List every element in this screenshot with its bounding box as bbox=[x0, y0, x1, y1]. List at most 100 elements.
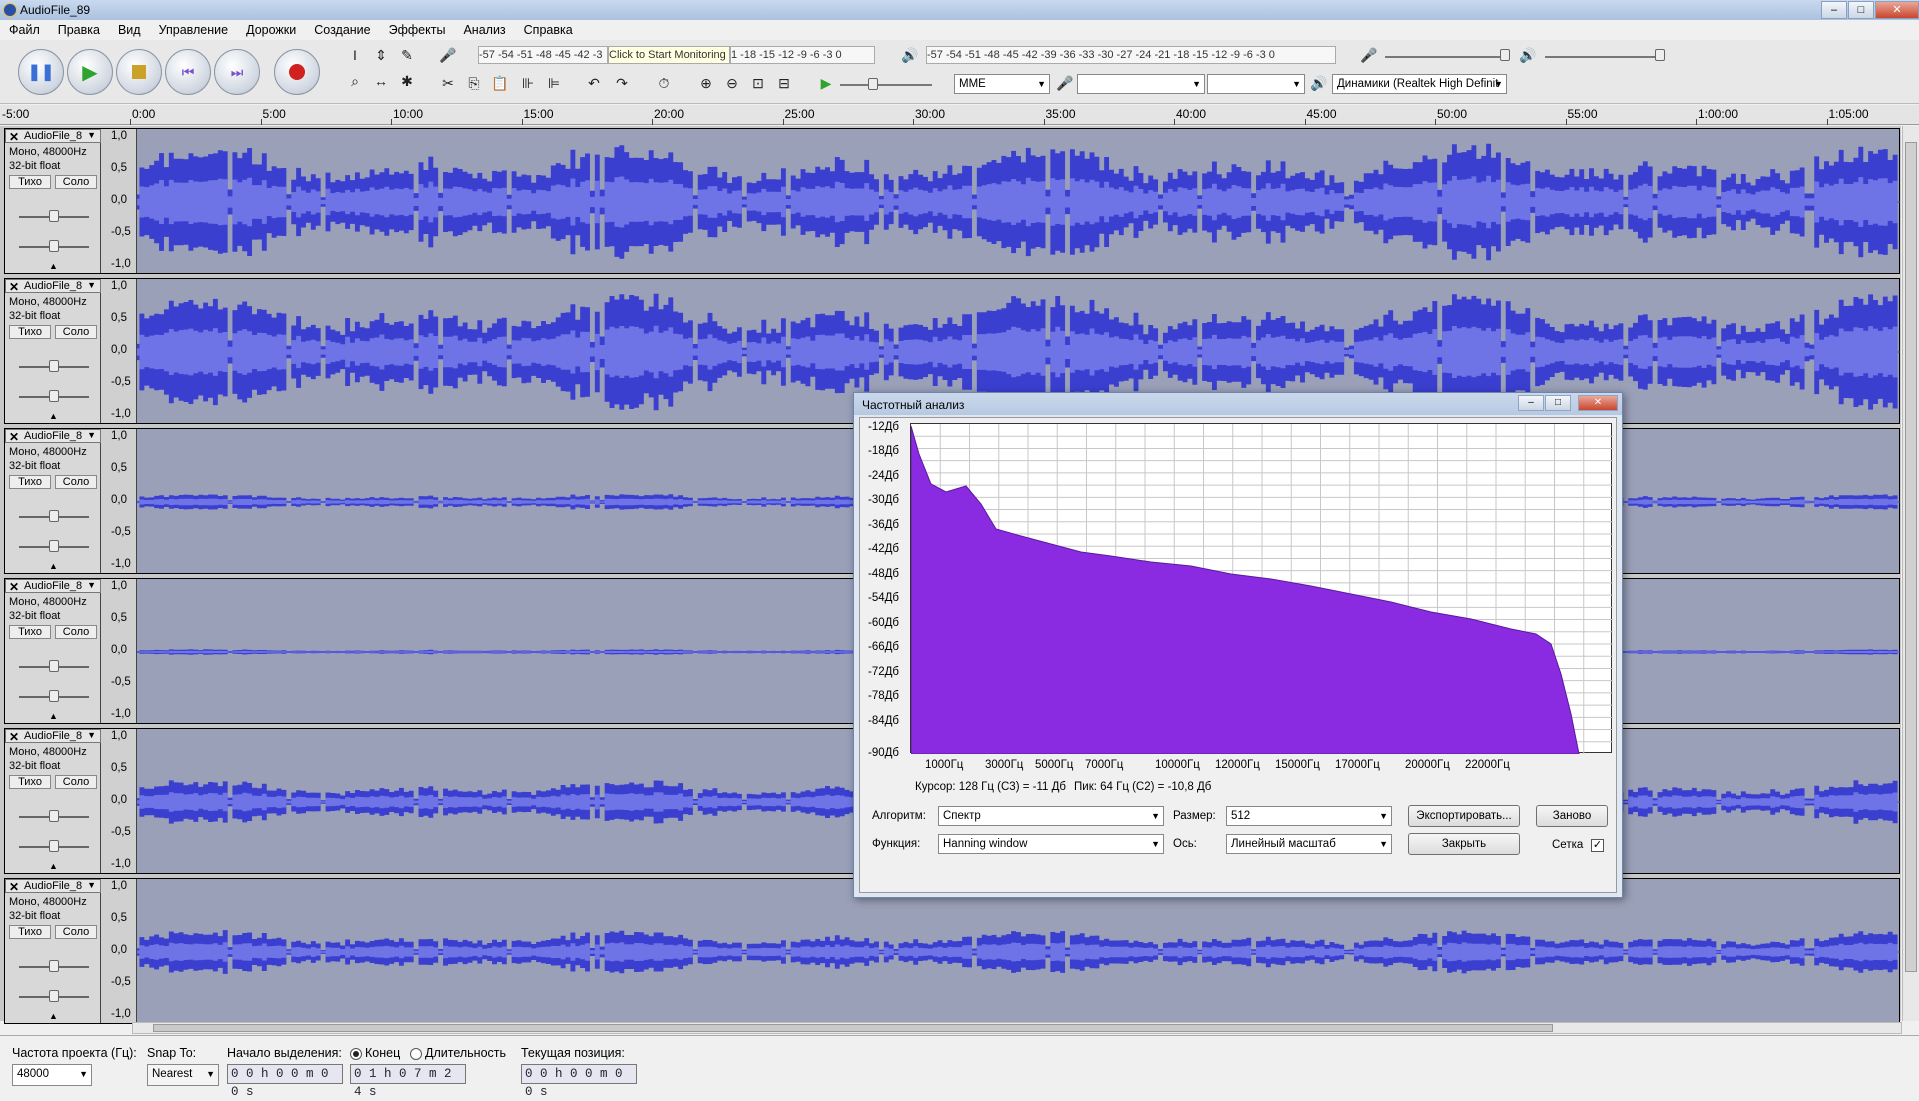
pan-slider-knob[interactable] bbox=[49, 840, 59, 852]
track-control-panel[interactable]: ✕ AudioFile_8 ▼ Моно, 48000Hz 32-bit flo… bbox=[5, 129, 101, 273]
mute-button[interactable]: Тихо bbox=[9, 325, 51, 339]
play-at-speed-icon[interactable]: ▶ bbox=[814, 72, 838, 94]
copy-icon[interactable]: ⎘ bbox=[462, 72, 486, 94]
selection-end-time[interactable]: 0 1 h 0 7 m 2 4 s bbox=[350, 1064, 466, 1099]
audio-track[interactable]: ✕ AudioFile_8 ▼ Моно, 48000Hz 32-bit flo… bbox=[4, 128, 1900, 274]
gain-slider-knob[interactable] bbox=[49, 510, 59, 522]
menu-help[interactable]: Справка bbox=[515, 23, 582, 37]
output-volume-slider[interactable] bbox=[1545, 56, 1665, 58]
track-menu-chevron-down-icon[interactable]: ▼ bbox=[87, 880, 96, 890]
export-button[interactable]: Экспортировать... bbox=[1408, 805, 1520, 827]
track-close-icon[interactable]: ✕ bbox=[9, 880, 19, 894]
track-name[interactable]: AudioFile_8 bbox=[24, 580, 82, 592]
pan-slider-knob[interactable] bbox=[49, 990, 59, 1002]
input-volume-slider[interactable] bbox=[1385, 56, 1505, 58]
vertical-scrollbar[interactable] bbox=[1902, 126, 1919, 1021]
play-speed-slider[interactable] bbox=[840, 84, 932, 86]
menu-file[interactable]: Файл bbox=[0, 23, 49, 37]
track-name-bar[interactable]: ✕ AudioFile_8 ▼ bbox=[5, 129, 101, 144]
cut-icon[interactable]: ✂ bbox=[436, 72, 460, 94]
selection-start-time[interactable]: 0 0 h 0 0 m 0 0 s bbox=[227, 1064, 343, 1099]
mute-button[interactable]: Тихо bbox=[9, 925, 51, 939]
track-name[interactable]: AudioFile_8 bbox=[24, 430, 82, 442]
spectrum-plot[interactable] bbox=[910, 423, 1613, 755]
pan-slider-knob[interactable] bbox=[49, 690, 59, 702]
track-menu-chevron-down-icon[interactable]: ▼ bbox=[87, 130, 96, 140]
track-menu-chevron-down-icon[interactable]: ▼ bbox=[87, 430, 96, 440]
track-close-icon[interactable]: ✕ bbox=[9, 730, 19, 744]
pan-slider-knob[interactable] bbox=[49, 240, 59, 252]
track-close-icon[interactable]: ✕ bbox=[9, 280, 19, 294]
dialog-maximize-button[interactable]: □ bbox=[1545, 395, 1571, 411]
output-volume-knob[interactable] bbox=[1655, 49, 1665, 61]
close-window-button[interactable]: ✕ bbox=[1875, 1, 1919, 19]
menu-generate[interactable]: Создание bbox=[305, 23, 379, 37]
record-meter-right[interactable]: 1 -18 -15 -12 -9 -6 -3 0 bbox=[730, 46, 875, 64]
redo-icon[interactable]: ↷ bbox=[610, 72, 634, 94]
track-name-bar[interactable]: ✕ AudioFile_8 ▼ bbox=[5, 879, 101, 894]
minimize-button[interactable]: – bbox=[1821, 1, 1847, 19]
playback-device-select[interactable]: Динамики (Realtek High Definit ▼ bbox=[1332, 74, 1507, 94]
record-button[interactable] bbox=[274, 49, 320, 95]
silence-icon[interactable]: ⊫ bbox=[542, 72, 566, 94]
collapse-triangle-icon[interactable]: ▲ bbox=[49, 861, 58, 871]
function-select[interactable]: Hanning window ▼ bbox=[938, 834, 1164, 854]
gain-slider-knob[interactable] bbox=[49, 360, 59, 372]
vertical-scroll-thumb[interactable] bbox=[1905, 142, 1917, 972]
playback-meter[interactable]: -57 -54 -51 -48 -45 -42 -39 -36 -33 -30 … bbox=[926, 46, 1336, 64]
solo-button[interactable]: Соло bbox=[55, 775, 97, 789]
solo-button[interactable]: Соло bbox=[55, 325, 97, 339]
monitor-tooltip[interactable]: Click to Start Monitoring bbox=[608, 46, 730, 64]
track-name[interactable]: AudioFile_8 bbox=[24, 880, 82, 892]
play-button[interactable]: ▶ bbox=[67, 49, 113, 95]
track-control-panel[interactable]: ✕ AudioFile_8 ▼ Моно, 48000Hz 32-bit flo… bbox=[5, 579, 101, 723]
selection-tool-icon[interactable]: I bbox=[343, 44, 367, 66]
input-volume-knob[interactable] bbox=[1500, 49, 1510, 61]
sync-lock-icon[interactable]: ⏱ bbox=[652, 72, 676, 94]
host-select[interactable]: MME ▼ bbox=[954, 74, 1050, 94]
record-device-select[interactable]: ▼ bbox=[1077, 74, 1205, 94]
record-meter[interactable]: -57 -54 -51 -48 -45 -42 -3 bbox=[478, 46, 608, 64]
project-rate-select[interactable]: 48000 ▼ bbox=[12, 1064, 92, 1086]
timeline-ruler[interactable]: -5:00 0:00 5:00 10:00 15:00 20:00 25:00 30:00 3… bbox=[0, 105, 1919, 125]
dialog-minimize-button[interactable]: – bbox=[1518, 395, 1544, 411]
multi-tool-icon[interactable]: ✱ bbox=[395, 70, 419, 92]
track-close-icon[interactable]: ✕ bbox=[9, 580, 19, 594]
axis-select[interactable]: Линейный масштаб ▼ bbox=[1226, 834, 1392, 854]
draw-tool-icon[interactable]: ✎ bbox=[395, 44, 419, 66]
waveform[interactable] bbox=[137, 129, 1900, 273]
pan-slider-knob[interactable] bbox=[49, 390, 59, 402]
stop-button[interactable] bbox=[116, 49, 162, 95]
track-menu-chevron-down-icon[interactable]: ▼ bbox=[87, 730, 96, 740]
collapse-triangle-icon[interactable]: ▲ bbox=[49, 711, 58, 721]
collapse-triangle-icon[interactable]: ▲ bbox=[49, 1011, 58, 1021]
zoom-out-icon[interactable]: ⊖ bbox=[720, 72, 744, 94]
size-select[interactable]: 512 ▼ bbox=[1226, 806, 1392, 826]
snap-to-select[interactable]: Nearest ▼ bbox=[147, 1064, 219, 1086]
collapse-triangle-icon[interactable]: ▲ bbox=[49, 261, 58, 271]
menu-analyze[interactable]: Анализ bbox=[454, 23, 514, 37]
menu-edit[interactable]: Правка bbox=[49, 23, 109, 37]
pause-button[interactable]: ❚❚ bbox=[18, 49, 64, 95]
solo-button[interactable]: Соло bbox=[55, 625, 97, 639]
waveform[interactable] bbox=[137, 879, 1900, 1023]
track-control-panel[interactable]: ✕ AudioFile_8 ▼ Моно, 48000Hz 32-bit flo… bbox=[5, 879, 101, 1023]
track-name[interactable]: AudioFile_8 bbox=[24, 730, 82, 742]
track-menu-chevron-down-icon[interactable]: ▼ bbox=[87, 280, 96, 290]
audio-track[interactable]: ✕ AudioFile_8 ▼ Моно, 48000Hz 32-bit flo… bbox=[4, 878, 1900, 1024]
menu-tracks[interactable]: Дорожки bbox=[237, 23, 305, 37]
solo-button[interactable]: Соло bbox=[55, 175, 97, 189]
play-speed-knob[interactable] bbox=[868, 78, 878, 90]
paste-icon[interactable]: 📋 bbox=[488, 72, 512, 94]
dialog-close-icon[interactable]: ✕ bbox=[1578, 395, 1618, 411]
trim-icon[interactable]: ⊪ bbox=[516, 72, 540, 94]
track-name-bar[interactable]: ✕ AudioFile_8 ▼ bbox=[5, 729, 101, 744]
mute-button[interactable]: Тихо bbox=[9, 775, 51, 789]
timeshift-tool-icon[interactable]: ↔ bbox=[369, 70, 393, 92]
gain-slider-knob[interactable] bbox=[49, 210, 59, 222]
dialog-close-button[interactable]: Закрыть bbox=[1408, 833, 1520, 855]
algorithm-select[interactable]: Спектр ▼ bbox=[938, 806, 1164, 826]
track-name-bar[interactable]: ✕ AudioFile_8 ▼ bbox=[5, 279, 101, 294]
zoom-in-icon[interactable]: ⊕ bbox=[694, 72, 718, 94]
horizontal-scrollbar[interactable] bbox=[132, 1022, 1902, 1034]
